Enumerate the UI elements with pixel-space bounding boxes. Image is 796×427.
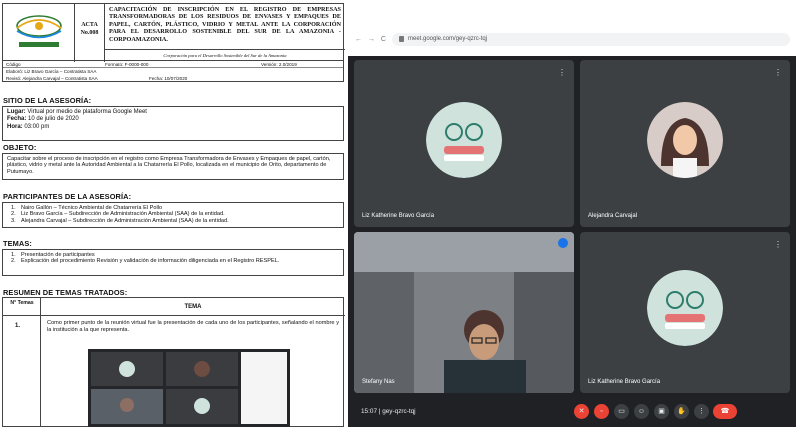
meet-control-bar: 15:07 | gey-qzrc-tqj ✕ ▫ ▭ ☺ ▣ ✋ ⋮ ☎ xyxy=(348,396,796,427)
acta-number: No.008 xyxy=(80,30,99,36)
hora-value: 03:00 pm xyxy=(24,123,50,130)
codigo-label: Código xyxy=(6,62,21,67)
participante-item: 3. Alejandra Carvajal – Subdirección de A… xyxy=(11,217,229,224)
col-num-header: N° Temas xyxy=(10,300,34,306)
participant-video-tile[interactable]: Stefany Nas xyxy=(354,232,574,393)
objeto-heading: OBJETO: xyxy=(3,143,37,152)
document-meta-table: Código Formato: F-0000-000 Versión: 2.0/… xyxy=(2,61,344,82)
meeting-time-code: 15:07 | gey-qzrc-tqj xyxy=(361,408,416,415)
avatar xyxy=(647,102,723,178)
raise-hand-icon[interactable]: ✋ xyxy=(674,404,689,419)
sitio-box: Lugar: Virtual por medio de plataforma G… xyxy=(2,106,344,141)
participantes-box: 1. Nairo Gallón – Técnico Ambiental de Ch… xyxy=(2,202,344,228)
lugar-value: Virtual por medio de plataforma Google M… xyxy=(27,109,147,115)
browser-toolbar: ← → C meet.google.com/gey-qzrc-tqj xyxy=(348,0,796,56)
participant-name: Liz Katherine Bravo García xyxy=(588,379,661,385)
objeto-text: Capacitar sobre el proceso de inscripció… xyxy=(2,153,344,180)
reviso-value: Revisó: Alejandra Carvajal – Contratista… xyxy=(6,75,98,81)
participant-tile[interactable]: ⋮ Alejandra Carvajal xyxy=(580,60,790,227)
hora-label: Hora: xyxy=(7,123,23,130)
browser-nav-icons[interactable]: ← → C xyxy=(355,36,388,43)
avatar xyxy=(647,270,723,346)
acta-document: ACTA No.008 CAPACITACIÓN DE INSCRIPCIÓN … xyxy=(0,0,348,427)
more-options-icon[interactable]: ⋮ xyxy=(774,240,782,249)
avatar xyxy=(426,102,502,178)
acta-number-cell: ACTA No.008 xyxy=(75,4,105,62)
more-icon[interactable]: ⋮ xyxy=(694,404,709,419)
participant-tile[interactable]: ⋮ Liz Katherine Bravo García xyxy=(354,60,574,227)
emoji-icon[interactable]: ☺ xyxy=(634,404,649,419)
participant-name: Stefany Nas xyxy=(362,379,395,385)
end-call-button[interactable]: ☎ xyxy=(713,404,737,419)
fecha-value: 10 de julio de 2020 xyxy=(28,116,79,123)
participant-name: Alejandra Carvajal xyxy=(588,213,638,219)
lock-icon xyxy=(399,36,404,42)
more-options-icon[interactable]: ⋮ xyxy=(774,68,782,77)
camera-off-icon[interactable]: ▫ xyxy=(594,404,609,419)
mic-off-icon[interactable]: ✕ xyxy=(574,404,589,419)
row-text: Como primer punto de la reunión virtual … xyxy=(47,320,339,333)
resumen-heading: RESUMEN DE TEMAS TRATADOS: xyxy=(3,288,128,297)
acta-label: ACTA xyxy=(81,22,98,28)
fecha-label: Fecha: xyxy=(7,116,27,123)
pin-icon[interactable] xyxy=(558,238,568,248)
elaboro-value: Elaboró: Liz Bravo García – Contratista … xyxy=(6,69,97,74)
temas-box: 1. Presentación de participantes 2. Explic… xyxy=(2,249,344,276)
google-meet-window: ← → C meet.google.com/gey-qzrc-tqj ⋮ Liz… xyxy=(348,0,796,427)
corpoamazonia-logo xyxy=(3,4,75,62)
version-value: Versión: 2.0/2019 xyxy=(261,62,297,67)
camera-feed xyxy=(354,232,574,393)
lugar-label: Lugar: xyxy=(7,109,26,115)
participant-name: Liz Katherine Bravo García xyxy=(362,213,435,219)
col-tema-header: TEMA xyxy=(184,304,202,310)
tema-item: 2. Explicación del procedimiento Revisión… xyxy=(11,258,280,265)
sitio-heading: SITIO DE LA ASESORÍA: xyxy=(3,96,92,105)
document-title: CAPACITACIÓN DE INSCRIPCIÓN EN EL REGIST… xyxy=(105,4,345,50)
row-number: 1. xyxy=(15,323,21,329)
participantes-heading: PARTICIPANTES DE LA ASESORÍA: xyxy=(3,192,132,201)
captions-icon[interactable]: ▭ xyxy=(614,404,629,419)
formato-value: Formato: F-0000-000 xyxy=(105,62,149,67)
document-header: ACTA No.008 CAPACITACIÓN DE INSCRIPCIÓN … xyxy=(2,3,345,62)
fecha-meta-value: Fecha: 10/07/2020 xyxy=(149,75,188,81)
more-options-icon[interactable]: ⋮ xyxy=(558,68,566,77)
temas-heading: TEMAS: xyxy=(3,239,32,248)
participant-tile[interactable]: ⋮ Liz Katherine Bravo García xyxy=(580,232,790,393)
address-url[interactable]: meet.google.com/gey-qzrc-tqj xyxy=(408,36,487,42)
present-icon[interactable]: ▣ xyxy=(654,404,669,419)
meet-screenshot-thumbnail xyxy=(88,349,290,427)
